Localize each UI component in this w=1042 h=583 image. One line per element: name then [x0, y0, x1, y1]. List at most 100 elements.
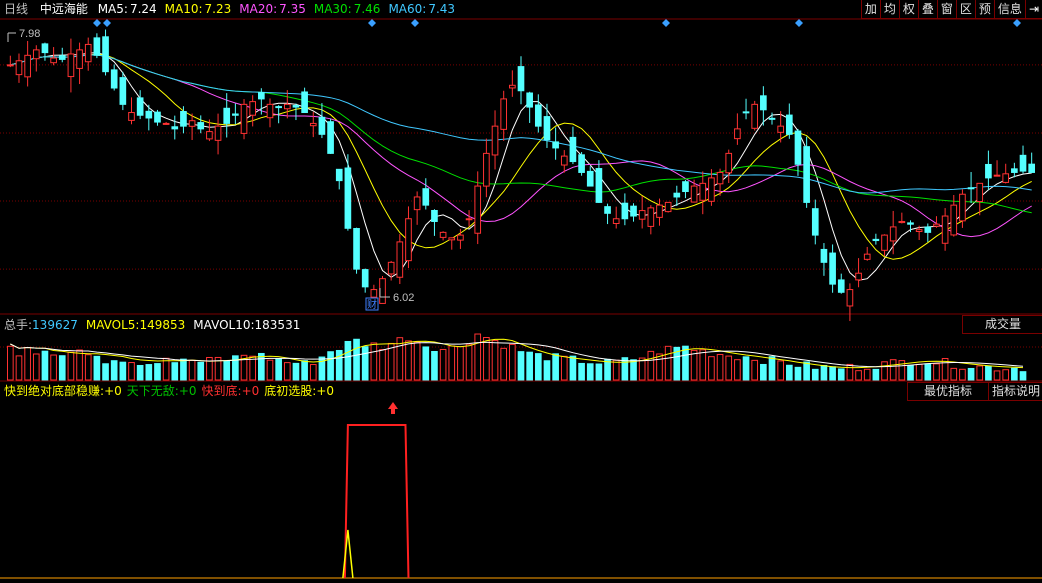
- candle-up: [941, 208, 949, 251]
- candle-down: [110, 64, 118, 91]
- volume-bar: [656, 353, 663, 381]
- toolbar-button[interactable]: 预: [974, 0, 994, 19]
- toolbar-button[interactable]: 叠: [917, 0, 937, 19]
- volume-bar: [67, 351, 75, 381]
- volume-bar: [586, 363, 594, 381]
- toolbar-button[interactable]: 均: [879, 0, 899, 19]
- signal-arrow: [388, 402, 398, 414]
- candle-up: [725, 149, 733, 184]
- indicator-legend-label: 快到底:: [201, 384, 242, 398]
- volume-bar: [128, 362, 135, 381]
- volume-indicator-button[interactable]: 成交量: [962, 315, 1042, 334]
- chart-header: 日线 中远海能 MA5: 7.24 MA10: 7.23 MA20: 7.35 MA30: 7…: [4, 0, 465, 19]
- candle-up: [15, 53, 23, 83]
- volume-bar: [959, 368, 966, 381]
- candle-down: [292, 103, 300, 121]
- volume-bar: [820, 364, 828, 381]
- volume-bar: [258, 352, 265, 381]
- indicator-legend-value: +0: [178, 384, 197, 398]
- candle-down: [837, 273, 845, 294]
- volume-bar: [41, 350, 49, 381]
- volume-bar: [569, 355, 577, 381]
- candle-up: [128, 97, 135, 125]
- date-markers: [93, 19, 1021, 27]
- volume-bar: [301, 360, 308, 381]
- volume-bar: [526, 351, 533, 381]
- volume-bar: [907, 364, 914, 381]
- volume-bar: [154, 363, 161, 381]
- volume-bar: [933, 363, 940, 381]
- kline-chart[interactable]: 7.98 6.02 财: [0, 0, 1042, 583]
- indicator-legend-label: 快到绝对底部: [4, 384, 77, 398]
- candle-down: [586, 166, 594, 187]
- candle-up: [846, 283, 854, 322]
- date-marker: [795, 19, 803, 27]
- candle-up: [7, 55, 14, 68]
- volume-bar: [915, 363, 923, 381]
- volume-bar: [725, 355, 733, 381]
- candle-up: [1002, 163, 1010, 184]
- volume-bar: [84, 354, 92, 381]
- date-marker: [1013, 19, 1021, 27]
- volume-bar: [24, 347, 31, 381]
- volume-bar: [777, 360, 784, 381]
- indicator-legend-value: +0: [241, 384, 260, 398]
- candle-up: [405, 206, 412, 269]
- candle-up: [249, 95, 257, 127]
- volume-bar: [266, 359, 274, 381]
- candle-down: [673, 185, 681, 207]
- toolbar-button[interactable]: 区: [955, 0, 975, 19]
- candle-down: [682, 179, 689, 199]
- candle-down: [154, 109, 161, 126]
- candle-down: [924, 223, 932, 242]
- grid-lines: [0, 64, 1042, 348]
- indicator-legend-value: +0: [104, 384, 122, 398]
- candle-up: [855, 258, 862, 288]
- volume-legend-label: 总手:: [4, 318, 33, 332]
- volume-bar: [370, 342, 378, 381]
- candle-up: [664, 201, 672, 213]
- volume-bar: [292, 362, 300, 381]
- exit-icon[interactable]: ⇥: [1024, 0, 1042, 19]
- candle-down: [301, 87, 308, 114]
- toolbar-button[interactable]: 加: [860, 0, 880, 19]
- candle-down: [136, 90, 144, 120]
- toolbar-button[interactable]: 窗: [936, 0, 956, 19]
- volume-bar: [708, 356, 715, 381]
- volume-bar: [7, 345, 14, 381]
- volume-bar: [760, 363, 767, 381]
- candle-down: [327, 118, 334, 154]
- indicator-signals: [342, 424, 410, 579]
- period-label[interactable]: 日线: [4, 2, 28, 16]
- toolbar-button[interactable]: 信息: [993, 0, 1025, 19]
- date-marker: [93, 19, 101, 27]
- candle-down: [785, 103, 793, 139]
- low-price-text: 6.02: [393, 292, 414, 304]
- candle-up: [881, 234, 888, 257]
- volume-bar: [171, 362, 179, 381]
- candle-down: [985, 150, 992, 191]
- signal-red-line: [343, 424, 410, 579]
- candle-down: [829, 244, 836, 293]
- volume-bar: [950, 367, 958, 381]
- candle-down: [907, 220, 914, 233]
- candle-down: [318, 103, 326, 139]
- volume-bar: [855, 370, 862, 381]
- volume-bar: [751, 359, 759, 381]
- volume-bars: [7, 333, 1027, 381]
- volume-bar: [578, 362, 585, 381]
- indicator-help-button[interactable]: 指标说明: [988, 382, 1042, 401]
- candle-down: [353, 227, 360, 274]
- best-indicator-button[interactable]: 最优指标: [907, 382, 988, 401]
- volume-bar: [682, 345, 689, 381]
- candle-up: [188, 113, 196, 141]
- toolbar-button[interactable]: 权: [898, 0, 918, 19]
- candle-down: [41, 42, 49, 61]
- volume-bar: [405, 340, 412, 381]
- candle-up: [379, 275, 386, 304]
- volume-bar: [863, 368, 871, 381]
- volume-bar: [534, 353, 542, 381]
- ma-legend: MA5: 7.24 MA10: 7.23 MA20: 7.35 MA30: 7.46 MA60:…: [98, 2, 463, 16]
- volume-bar: [197, 361, 205, 381]
- volume-bar: [1011, 367, 1018, 381]
